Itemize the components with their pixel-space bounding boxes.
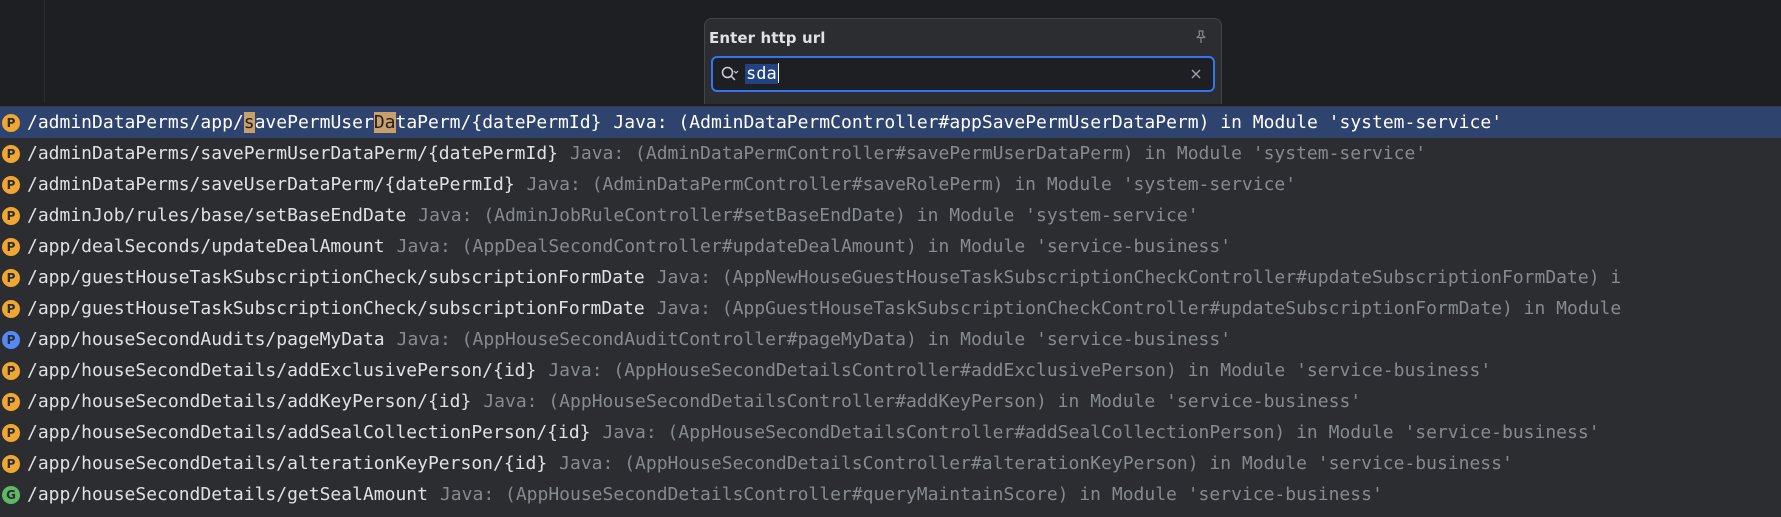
http-method-icon: P <box>2 424 20 442</box>
http-url-popup: Enter http url sda <box>704 18 1222 104</box>
result-description: Java: (AppDealSecondController#updateDea… <box>396 236 1232 257</box>
popup-title: Enter http url <box>709 29 826 47</box>
http-method-icon: P <box>2 269 20 287</box>
result-path-segment: /adminDataPerms/app/ <box>27 112 244 133</box>
result-path: /app/houseSecondDetails/getSealAmount <box>27 484 428 505</box>
result-path: /app/houseSecondAudits/pageMyData <box>27 329 385 350</box>
result-description: Java: (AppHouseSecondAuditController#pag… <box>396 329 1232 350</box>
result-description: Java: (AppHouseSecondDetailsController#a… <box>548 360 1492 381</box>
result-row[interactable]: P/app/houseSecondDetails/addKeyPerson/{i… <box>0 386 1781 417</box>
result-description: Java: (AdminDataPermController#appSavePe… <box>613 112 1503 133</box>
http-method-icon: P <box>2 114 20 132</box>
result-path: /app/houseSecondDetails/addExclusivePers… <box>27 360 537 381</box>
result-path-line: /app/houseSecondDetails/alterationKeyPer… <box>27 448 1513 479</box>
result-path: /adminDataPerms/savePermUserDataPerm/{da… <box>27 143 559 164</box>
http-method-icon: P <box>2 393 20 411</box>
result-row[interactable]: P/adminDataPerms/app/savePermUserDataPer… <box>0 107 1781 138</box>
result-path-segment: taPerm/{datePermId} <box>395 112 602 133</box>
result-path-line: /app/dealSeconds/updateDealAmount Java: (… <box>27 231 1231 262</box>
result-row[interactable]: G/app/houseSecondDetails/getSealAmount Ja… <box>0 479 1781 510</box>
result-row[interactable]: P/app/houseSecondDetails/addSealCollecti… <box>0 417 1781 448</box>
result-path: /adminDataPerms/saveUserDataPerm/{datePe… <box>27 174 515 195</box>
http-method-icon: P <box>2 207 20 225</box>
result-row[interactable]: P/adminDataPerms/saveUserDataPerm/{dateP… <box>0 169 1781 200</box>
editor-gutter <box>0 0 45 103</box>
result-path-line: /adminDataPerms/savePermUserDataPerm/{da… <box>27 138 1426 169</box>
match-highlight: Da <box>373 112 396 133</box>
result-path-line: /app/houseSecondDetails/addSealCollectio… <box>27 417 1600 448</box>
http-method-icon: P <box>2 300 20 318</box>
search-input[interactable]: sda <box>745 62 779 85</box>
search-input-value[interactable]: sda <box>745 64 778 84</box>
result-row[interactable]: P/app/guestHouseTaskSubscriptionCheck/su… <box>0 293 1781 324</box>
http-method-icon: P <box>2 362 20 380</box>
result-path: /adminJob/rules/base/setBaseEndDate <box>27 205 407 226</box>
result-path-line: /app/houseSecondAudits/pageMyData Java: (… <box>27 324 1231 355</box>
result-path-line: /app/houseSecondDetails/addKeyPerson/{id… <box>27 386 1361 417</box>
result-path: /app/guestHouseTaskSubscriptionCheck/sub… <box>27 298 645 319</box>
http-method-icon: P <box>2 238 20 256</box>
editor-window: Enter http url sda P /adminDataPerms/app… <box>0 0 1781 517</box>
result-path-segment: avePermUser <box>254 112 374 133</box>
result-description: Java: (AdminDataPermController#savePermU… <box>570 143 1427 164</box>
result-row[interactable]: P/app/dealSeconds/updateDealAmount Java: … <box>0 231 1781 262</box>
result-path-line: /app/guestHouseTaskSubscriptionCheck/sub… <box>27 293 1621 324</box>
result-path-line: /app/houseSecondDetails/getSealAmount Jav… <box>27 479 1383 510</box>
result-row[interactable]: P/app/houseSecondAudits/pageMyData Java: … <box>0 324 1781 355</box>
result-path-line: /adminDataPerms/saveUserDataPerm/{datePe… <box>27 169 1296 200</box>
result-path-line: /adminDataPerms/app/savePermUserDataPerm… <box>27 107 1502 138</box>
http-method-icon: P <box>2 331 20 349</box>
result-row[interactable]: P/adminDataPerms/savePermUserDataPerm/{d… <box>0 138 1781 169</box>
http-method-icon: P <box>2 145 20 163</box>
result-path: /app/houseSecondDetails/addSealCollectio… <box>27 422 591 443</box>
result-description: Java: (AppHouseSecondDetailsController#q… <box>439 484 1383 505</box>
result-row[interactable]: P/app/houseSecondDetails/addExclusivePer… <box>0 355 1781 386</box>
result-path: /app/dealSeconds/updateDealAmount <box>27 236 385 257</box>
result-description: Java: (AppHouseSecondDetailsController#a… <box>483 391 1362 412</box>
result-description: Java: (AppHouseSecondDetailsController#a… <box>602 422 1600 443</box>
result-path-line: /adminJob/rules/base/setBaseEndDate Java:… <box>27 200 1199 231</box>
results-list: P/adminDataPerms/app/savePermUserDataPer… <box>0 106 1781 517</box>
result-path-line: /app/guestHouseTaskSubscriptionCheck/sub… <box>27 262 1621 293</box>
result-description: Java: (AppNewHouseGuestHouseTaskSubscrip… <box>656 267 1622 288</box>
http-method-icon: P <box>2 455 20 473</box>
http-method-icon: G <box>2 486 20 504</box>
text-caret <box>777 62 779 83</box>
pin-icon[interactable] <box>1193 29 1209 45</box>
result-path-line: /app/houseSecondDetails/addExclusivePers… <box>27 355 1491 386</box>
result-row[interactable]: P/app/guestHouseTaskSubscriptionCheck/su… <box>0 262 1781 293</box>
search-field[interactable]: sda <box>711 56 1215 92</box>
result-row[interactable]: P/adminJob/rules/base/setBaseEndDate Java… <box>0 200 1781 231</box>
result-description: Java: (AdminJobRuleController#setBaseEnd… <box>418 205 1199 226</box>
result-description: Java: (AdminDataPermController#saveRoleP… <box>526 174 1297 195</box>
http-method-icon: P <box>2 176 20 194</box>
match-highlight: s <box>243 112 255 133</box>
search-icon[interactable] <box>721 66 739 82</box>
result-description: Java: (AppGuestHouseTaskSubscriptionChec… <box>656 298 1622 319</box>
result-row[interactable]: P/app/houseSecondDetails/alterationKeyPe… <box>0 448 1781 479</box>
result-path: /app/houseSecondDetails/addKeyPerson/{id… <box>27 391 472 412</box>
close-icon[interactable] <box>1189 67 1203 81</box>
result-path: /app/houseSecondDetails/alterationKeyPer… <box>27 453 548 474</box>
result-path: /app/guestHouseTaskSubscriptionCheck/sub… <box>27 267 645 288</box>
result-description: Java: (AppHouseSecondDetailsController#a… <box>559 453 1513 474</box>
